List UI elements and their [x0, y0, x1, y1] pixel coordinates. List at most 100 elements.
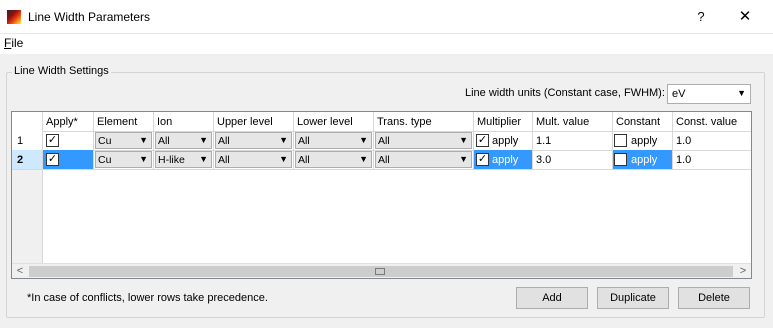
multiplier-checkbox[interactable]: ✓	[476, 153, 489, 166]
chevron-down-icon: ▼	[459, 135, 468, 145]
chevron-down-icon: ▼	[139, 135, 148, 145]
row-header-1[interactable]: 1	[12, 131, 43, 151]
check-icon: ✓	[477, 153, 488, 165]
chevron-down-icon: ▼	[279, 154, 288, 164]
upper-level-dropdown[interactable]: All ▼	[215, 151, 292, 168]
trans-type-value: All	[378, 135, 390, 147]
trans-type-cell[interactable]: All ▼	[374, 131, 474, 151]
chevron-down-icon: ▼	[199, 154, 208, 164]
ion-dropdown[interactable]: All ▼	[155, 132, 212, 149]
group-title: Line Width Settings	[12, 65, 111, 77]
multiplier-label: apply	[492, 135, 519, 147]
add-button[interactable]: Add	[516, 287, 588, 309]
upper-level-value: All	[218, 135, 230, 147]
lower-level-cell[interactable]: All ▼	[294, 150, 374, 170]
check-icon: ✓	[47, 134, 58, 146]
lower-level-dropdown[interactable]: All ▼	[295, 132, 372, 149]
constant-checkbox[interactable]	[614, 153, 627, 166]
menu-file-rest: ile	[11, 36, 24, 50]
element-dropdown[interactable]: Cu ▼	[95, 151, 152, 168]
element-dropdown[interactable]: Cu ▼	[95, 132, 152, 149]
trans-type-value: All	[378, 154, 390, 166]
chevron-down-icon: ▼	[359, 154, 368, 164]
help-icon[interactable]: ?	[692, 8, 710, 26]
element-cell[interactable]: Cu ▼	[94, 150, 154, 170]
check-icon: ✓	[47, 153, 58, 165]
multiplier-cell[interactable]: ✓ apply	[474, 131, 533, 151]
const-value-cell[interactable]: 1.0	[673, 131, 751, 151]
chevron-down-icon: ▼	[279, 135, 288, 145]
app-icon	[7, 10, 21, 24]
column-header-upper-level[interactable]: Upper level	[214, 112, 294, 132]
multiplier-label: apply	[492, 154, 519, 166]
column-header-const-value[interactable]: Const. value	[673, 112, 751, 132]
scroll-left-icon[interactable]: <	[12, 264, 28, 278]
chevron-down-icon: ▼	[139, 154, 148, 164]
constant-label: apply	[631, 154, 658, 166]
chevron-down-icon: ▼	[737, 88, 746, 98]
lower-level-value: All	[298, 154, 310, 166]
column-header-element[interactable]: Element	[94, 112, 154, 132]
column-header-apply[interactable]: Apply*	[43, 112, 94, 132]
trans-type-dropdown[interactable]: All ▼	[375, 132, 472, 149]
units-dropdown[interactable]: eV ▼	[667, 84, 751, 104]
units-value: eV	[672, 88, 686, 100]
element-cell[interactable]: Cu ▼	[94, 131, 154, 151]
horizontal-scrollbar[interactable]: < >	[12, 263, 751, 278]
column-header-constant[interactable]: Constant	[613, 112, 673, 132]
apply-cell[interactable]: ✓	[43, 131, 94, 151]
scrollbar-thumb[interactable]	[29, 266, 733, 277]
check-icon: ✓	[477, 134, 488, 146]
ion-value: All	[158, 135, 170, 147]
line-width-table: Apply* Element Ion Upper level Lower lev…	[11, 111, 752, 279]
column-header-trans-type[interactable]: Trans. type	[374, 112, 474, 132]
lower-level-cell[interactable]: All ▼	[294, 131, 374, 151]
lower-level-dropdown[interactable]: All ▼	[295, 151, 372, 168]
apply-cell[interactable]: ✓	[43, 150, 94, 170]
chevron-down-icon: ▼	[459, 154, 468, 164]
upper-level-value: All	[218, 154, 230, 166]
ion-value: H-like	[158, 154, 185, 166]
scroll-right-icon[interactable]: >	[735, 264, 751, 278]
trans-type-dropdown[interactable]: All ▼	[375, 151, 472, 168]
ion-dropdown[interactable]: H-like ▼	[155, 151, 212, 168]
duplicate-button[interactable]: Duplicate	[597, 287, 669, 309]
window-title: Line Width Parameters	[28, 10, 151, 24]
multiplier-checkbox[interactable]: ✓	[476, 134, 489, 147]
ion-cell[interactable]: H-like ▼	[154, 150, 214, 170]
constant-checkbox[interactable]	[614, 134, 627, 147]
upper-level-cell[interactable]: All ▼	[214, 150, 294, 170]
table-header: Apply* Element Ion Upper level Lower lev…	[12, 112, 751, 132]
upper-level-dropdown[interactable]: All ▼	[215, 132, 292, 149]
apply-checkbox[interactable]: ✓	[46, 153, 59, 166]
element-value: Cu	[98, 154, 112, 166]
ion-cell[interactable]: All ▼	[154, 131, 214, 151]
column-header-multiplier[interactable]: Multiplier	[474, 112, 533, 132]
close-icon[interactable]: ✕	[735, 8, 755, 26]
trans-type-cell[interactable]: All ▼	[374, 150, 474, 170]
grip-icon	[375, 268, 385, 275]
menu-file[interactable]: File	[4, 36, 23, 50]
constant-cell[interactable]: apply	[613, 131, 673, 151]
chevron-down-icon: ▼	[199, 135, 208, 145]
upper-level-cell[interactable]: All ▼	[214, 131, 294, 151]
apply-checkbox[interactable]: ✓	[46, 134, 59, 147]
table-corner	[12, 112, 43, 132]
row-header-empty-area	[12, 170, 43, 263]
delete-button[interactable]: Delete	[678, 287, 750, 309]
const-value-cell[interactable]: 1.0	[673, 150, 751, 170]
units-label: Line width units (Constant case, FWHM):	[465, 87, 665, 99]
menu-bar: File	[0, 34, 773, 54]
precedence-note: *In case of conflicts, lower rows take p…	[27, 292, 268, 304]
row-header-2[interactable]: 2	[12, 150, 43, 170]
constant-cell[interactable]: apply	[613, 150, 673, 170]
mult-value-cell[interactable]: 3.0	[533, 150, 613, 170]
title-bar: Line Width Parameters ? ✕	[0, 0, 773, 34]
column-header-lower-level[interactable]: Lower level	[294, 112, 374, 132]
column-header-ion[interactable]: Ion	[154, 112, 214, 132]
multiplier-cell[interactable]: ✓ apply	[474, 150, 533, 170]
mult-value-cell[interactable]: 1.1	[533, 131, 613, 151]
lower-level-value: All	[298, 135, 310, 147]
element-value: Cu	[98, 135, 112, 147]
column-header-mult-value[interactable]: Mult. value	[533, 112, 613, 132]
